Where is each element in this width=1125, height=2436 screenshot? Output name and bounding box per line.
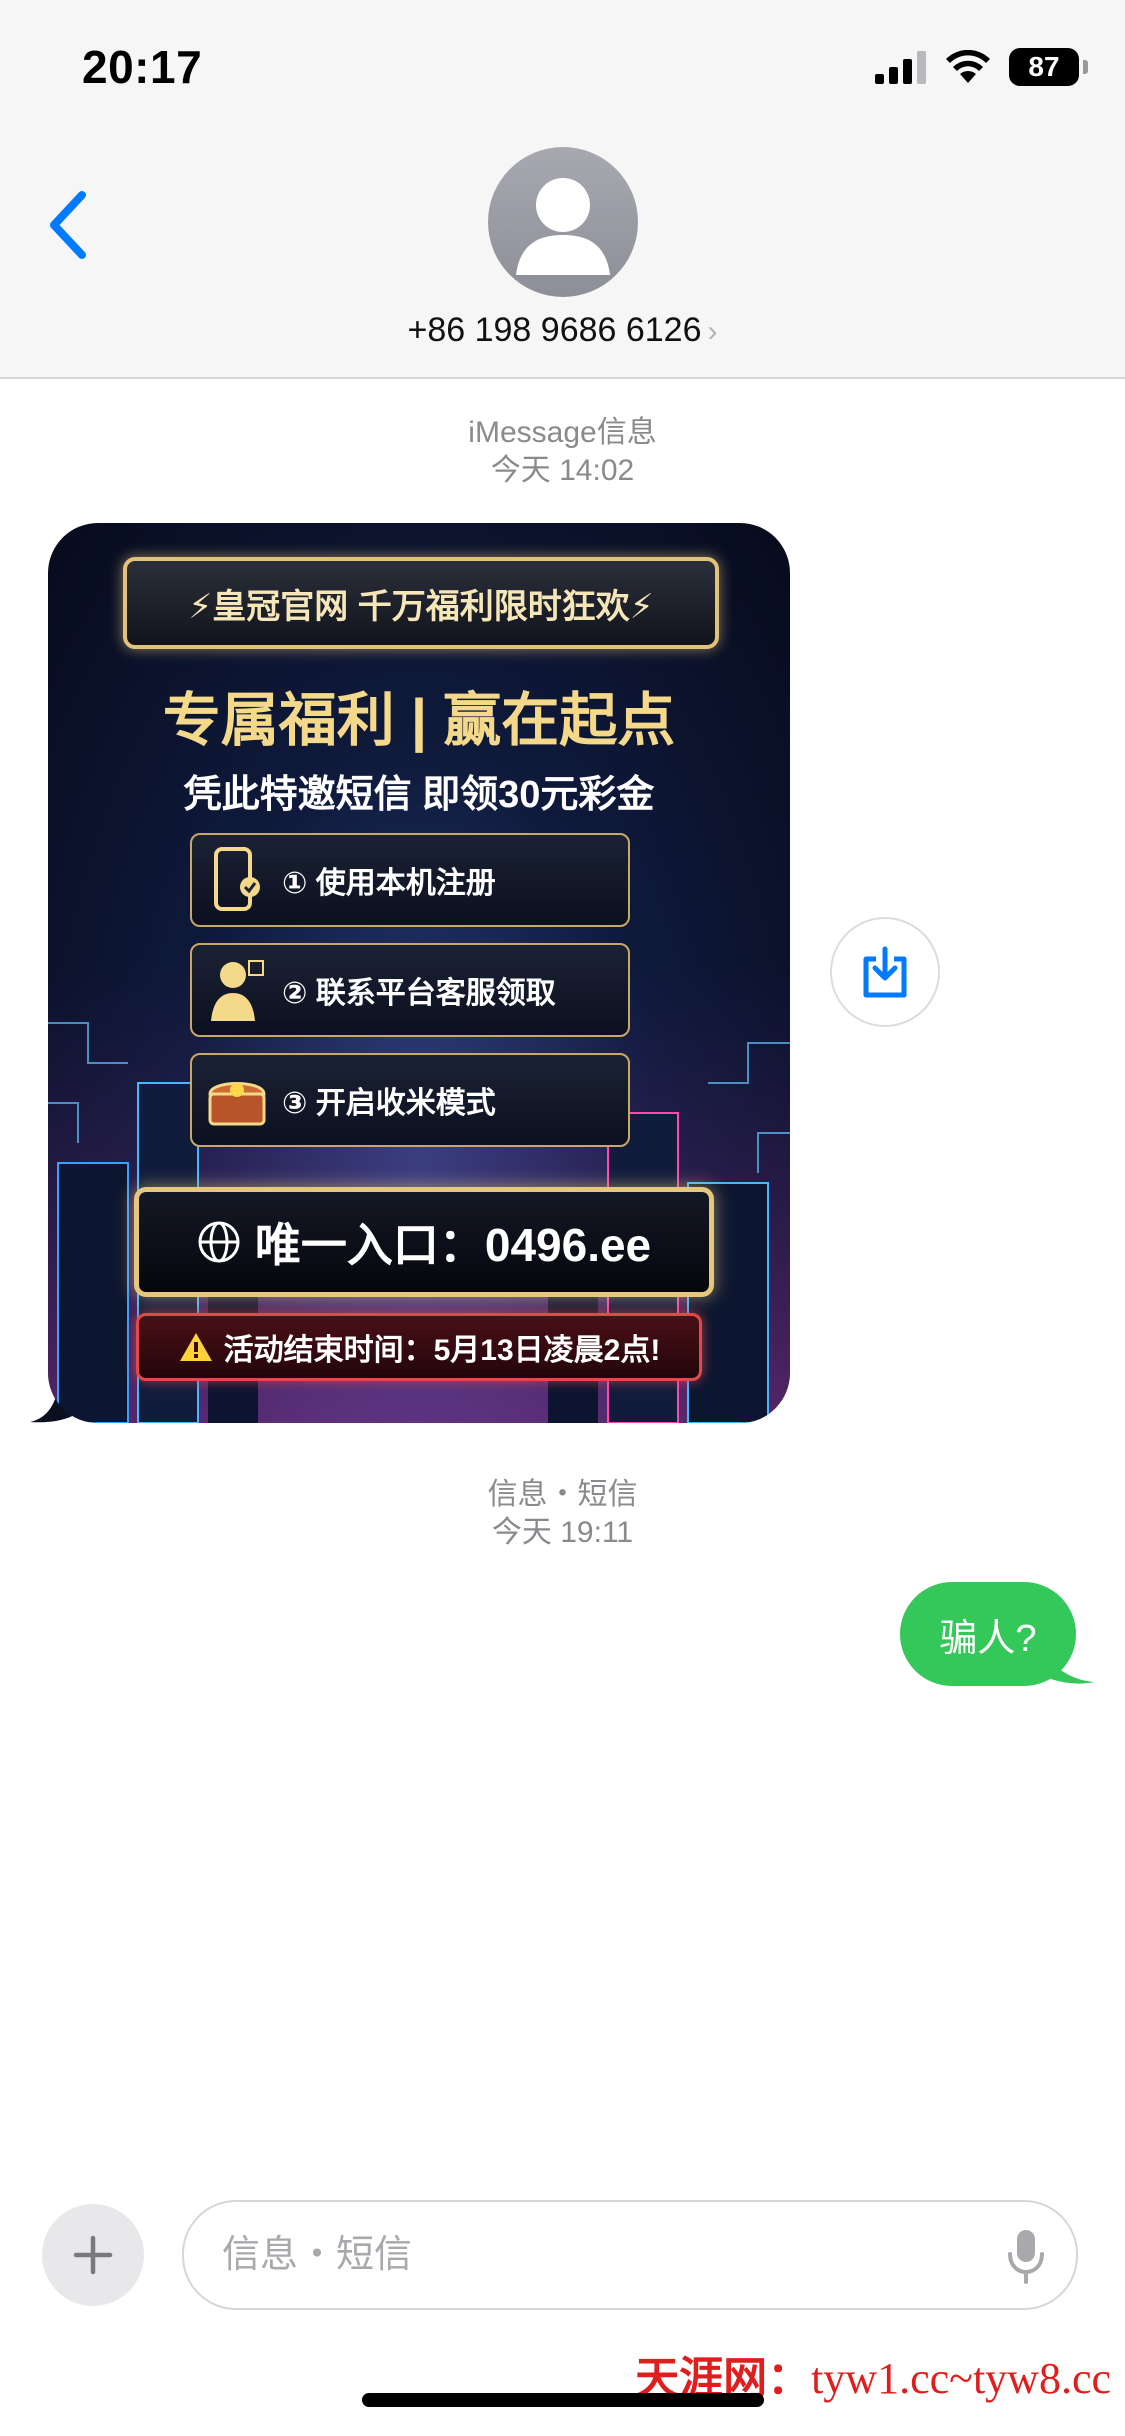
- person-silhouette-icon: [516, 178, 610, 275]
- promo-headline: 专属福利 | 赢在起点: [162, 688, 676, 753]
- conversation-header: +86 198 9686 6126 ›: [0, 135, 1125, 379]
- promo-step-3: ③ 开启收米模式: [190, 1053, 630, 1147]
- promo-banner-title: ⚡皇冠官网 千万福利限时狂欢⚡: [123, 557, 719, 649]
- contact-avatar[interactable]: [488, 147, 638, 297]
- status-bar: 20:17 87: [0, 0, 1125, 135]
- globe-icon: [198, 1221, 240, 1263]
- sent-message-bubble[interactable]: 骗人?: [900, 1582, 1076, 1686]
- timestamp-date: 今天 14:02: [490, 454, 635, 487]
- back-chevron-icon[interactable]: [40, 185, 100, 265]
- promo-step-label: ① 使用本机注册: [282, 867, 496, 900]
- home-indicator[interactable]: [362, 2393, 764, 2407]
- message-type-label: 信息・短信: [487, 1478, 638, 1511]
- plus-icon: [73, 2235, 113, 2275]
- status-time: 20:17: [82, 41, 203, 93]
- contact-name[interactable]: +86 198 9686 6126 ›: [0, 311, 1125, 350]
- microphone-icon[interactable]: [1006, 2228, 1046, 2284]
- promo-step-label: ③ 开启收米模式: [282, 1087, 496, 1120]
- promo-entry-text: 唯一入口：0496.ee: [254, 1219, 652, 1271]
- timestamp-header-1: iMessage信息 今天 14:02: [0, 414, 1125, 490]
- promo-step-2: ② 联系平台客服领取: [190, 943, 630, 1037]
- promo-step-label: ② 联系平台客服领取: [282, 977, 556, 1010]
- promo-subline: 凭此特邀短信 即领30元彩金: [183, 774, 655, 816]
- download-tray-icon: [863, 946, 907, 998]
- chevron-right-icon: ›: [707, 315, 718, 348]
- save-image-button[interactable]: [830, 917, 940, 1027]
- phone-check-icon: [192, 835, 282, 925]
- watermark-url: tyw1.cc~tyw8.cc: [811, 2354, 1111, 2403]
- battery-indicator: 87: [1009, 48, 1088, 86]
- promo-step-1: ① 使用本机注册: [190, 833, 630, 927]
- treasure-chest-icon: [192, 1055, 282, 1145]
- image-message[interactable]: ⚡皇冠官网 千万福利限时狂欢⚡ 专属福利 | 赢在起点 凭此特邀短信 即领30元…: [48, 523, 790, 1423]
- cellular-signal-icon: [875, 51, 926, 84]
- add-attachment-button[interactable]: [42, 2204, 144, 2306]
- message-input[interactable]: [220, 2222, 984, 2288]
- wifi-icon: [946, 50, 990, 83]
- timestamp-header-2: 信息・短信 今天 19:11: [0, 1476, 1125, 1552]
- message-type-label: 信息: [596, 416, 657, 449]
- contact-number: +86 198 9686 6126: [407, 311, 702, 349]
- warning-icon: [179, 1333, 212, 1361]
- promo-deadline-banner: 活动结束时间：5月13日凌晨2点!: [136, 1313, 702, 1381]
- promo-entry-banner: 唯一入口：0496.ee: [134, 1187, 714, 1297]
- status-icons: 87: [875, 46, 1088, 88]
- message-composer[interactable]: [182, 2200, 1078, 2310]
- promo-deadline-text: 活动结束时间：5月13日凌晨2点!: [223, 1334, 661, 1367]
- service-label: iMessage: [468, 416, 597, 449]
- customer-service-icon: [192, 945, 282, 1035]
- timestamp-date: 今天 19:11: [491, 1516, 634, 1549]
